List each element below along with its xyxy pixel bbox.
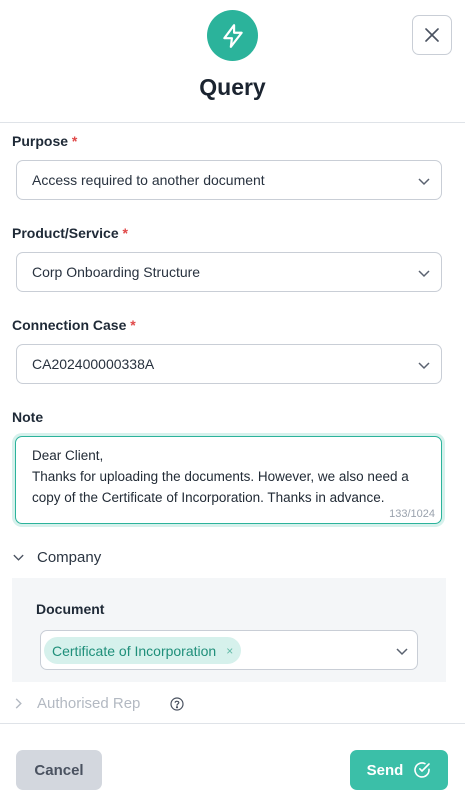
- cancel-button[interactable]: Cancel: [16, 750, 102, 790]
- purpose-value: Access required to another document: [32, 172, 265, 188]
- product-service-select[interactable]: Corp Onboarding Structure: [16, 252, 442, 292]
- connection-case-select[interactable]: CA202400000338A: [16, 344, 442, 384]
- connection-case-label: Connection Case *: [12, 317, 136, 333]
- send-button[interactable]: Send: [350, 750, 448, 790]
- character-counter: 133/1024: [389, 508, 435, 520]
- product-service-label: Product/Service *: [12, 225, 128, 241]
- company-section-label: Company: [37, 549, 102, 566]
- chevron-down-icon: [418, 362, 430, 370]
- dialog-title: Query: [199, 74, 266, 100]
- help-icon[interactable]: [170, 696, 185, 711]
- note-label: Note: [12, 409, 44, 425]
- required-mark: *: [71, 133, 78, 149]
- lightning-bolt-icon: [207, 10, 258, 61]
- chevron-right-icon: [12, 697, 25, 710]
- purpose-label: Purpose *: [12, 133, 77, 149]
- document-tag-label: Certificate of Incorporation: [52, 642, 217, 659]
- document-tag: Certificate of Incorporation ×: [44, 637, 242, 664]
- connection-case-value: CA202400000338A: [32, 356, 155, 372]
- document-label: Document: [36, 601, 105, 617]
- tag-remove-icon[interactable]: ×: [226, 644, 233, 658]
- authorised-rep-section-label: Authorised Rep: [37, 695, 141, 712]
- chevron-down-icon: [12, 551, 25, 564]
- authorised-rep-section-toggle[interactable]: Authorised Rep: [12, 695, 185, 712]
- note-textarea[interactable]: Dear Client, Thanks for uploading the do…: [15, 436, 442, 524]
- purpose-label-text: Purpose: [12, 133, 69, 149]
- send-button-label: Send: [366, 761, 404, 779]
- purpose-select[interactable]: Access required to another document: [16, 160, 442, 200]
- company-section-toggle[interactable]: Company: [12, 549, 101, 566]
- required-mark: *: [122, 225, 128, 241]
- note-text: Dear Client, Thanks for uploading the do…: [32, 448, 409, 505]
- close-icon: [425, 28, 439, 42]
- document-multiselect[interactable]: Certificate of Incorporation ×: [40, 630, 418, 670]
- connection-case-label-text: Connection Case: [12, 317, 127, 333]
- product-service-label-text: Product/Service: [12, 225, 119, 241]
- chevron-down-icon: [418, 178, 430, 186]
- chevron-down-icon: [396, 648, 408, 656]
- dialog-footer: Cancel Send: [0, 723, 465, 803]
- product-service-value: Corp Onboarding Structure: [32, 264, 201, 280]
- company-panel: Document Certificate of Incorporation ×: [12, 578, 446, 682]
- close-button[interactable]: [412, 15, 452, 55]
- chevron-down-icon: [418, 270, 430, 278]
- check-circle-icon: [414, 762, 431, 778]
- required-mark: *: [130, 317, 136, 333]
- dialog-header: Query: [0, 0, 465, 123]
